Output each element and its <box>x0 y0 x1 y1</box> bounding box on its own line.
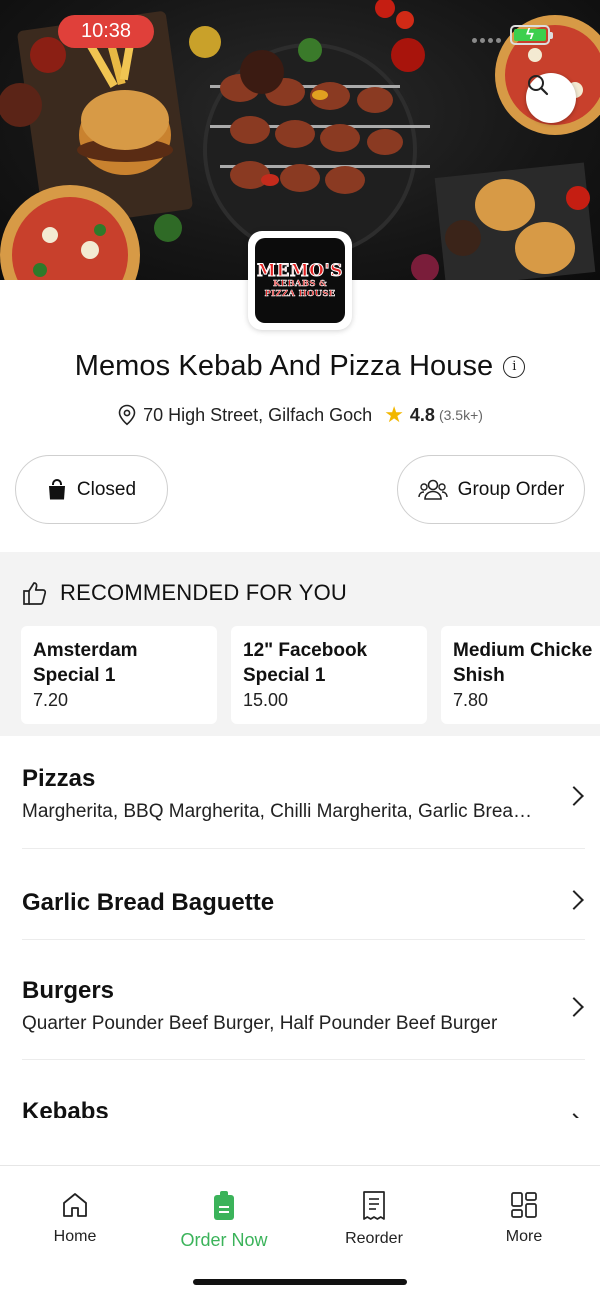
category-row-kebabs[interactable]: Kebabs <box>22 1060 585 1118</box>
recommended-title: RECOMMENDED FOR YOU <box>60 580 347 605</box>
order-bag-icon <box>214 1191 234 1220</box>
category-row-burgers[interactable]: Burgers Quarter Pounder Beef Burger, Hal… <box>22 940 585 1060</box>
tab-order-now-label: Order Now <box>180 1230 268 1250</box>
tab-more-label: More <box>505 1228 543 1245</box>
recommended-item-price: 7.20 <box>33 690 69 710</box>
category-row-garlic-bread[interactable]: Garlic Bread Baguette <box>22 849 585 940</box>
recommended-item-price: 7.80 <box>453 690 489 710</box>
tab-more[interactable]: More <box>464 1190 584 1246</box>
location-pin-icon <box>118 404 136 426</box>
category-name: Pizzas <box>22 765 96 792</box>
status-time: 10:38 <box>58 15 154 48</box>
logo-text: MEMO'S <box>257 260 343 281</box>
rating-count: (3.5k+) <box>438 407 483 423</box>
recommended-item-price: 15.00 <box>243 690 289 710</box>
closed-label: Closed <box>76 478 137 500</box>
store-meta: 70 High Street, Gilfach Goch ★ 4.8 (3.5k… <box>0 402 600 428</box>
tab-home-label: Home <box>53 1228 97 1245</box>
home-icon <box>63 1193 87 1217</box>
recommended-card[interactable]: Amsterdam Special 1 7.20 <box>21 626 217 724</box>
group-order-button[interactable]: Group Order <box>397 455 585 524</box>
receipt-icon <box>363 1191 385 1220</box>
star-icon: ★ <box>384 402 404 427</box>
search-button[interactable] <box>526 73 576 123</box>
recommended-item-name: 12" Facebook Special 1 <box>243 640 368 686</box>
logo-subtext: PIZZA HOUSE <box>264 288 336 299</box>
store-name: Memos Kebab And Pizza House <box>74 350 494 382</box>
category-name: Burgers <box>22 977 115 1004</box>
store-header: Memos Kebab And Pizza House i <box>0 350 600 383</box>
store-rating: 4.8 <box>409 404 435 425</box>
category-name: Kebabs <box>22 1098 109 1118</box>
store-logo: MEMO'S KEBABS & PIZZA HOUSE <box>248 231 352 330</box>
shopping-bag-icon <box>48 478 65 499</box>
recommended-card[interactable]: 12" Facebook Special 1 15.00 <box>231 626 427 724</box>
group-icon <box>417 479 448 500</box>
recommended-header: RECOMMENDED FOR YOU <box>22 580 347 606</box>
search-icon <box>528 75 549 96</box>
recommended-item-name: Amsterdam Special 1 <box>33 640 138 686</box>
battery-icon: ϟ <box>510 25 553 45</box>
signal-icon <box>472 38 501 43</box>
home-indicator <box>193 1279 407 1285</box>
recommended-card[interactable]: Medium Chicke Shish 7.80 <box>441 626 600 724</box>
recommended-section: RECOMMENDED FOR YOU Amsterdam Special 1 … <box>0 552 600 736</box>
info-icon[interactable]: i <box>503 355 526 378</box>
category-description: Quarter Pounder Beef Burger, Half Pounde… <box>22 1013 498 1034</box>
tab-reorder[interactable]: Reorder <box>314 1190 434 1248</box>
tab-home[interactable]: Home <box>15 1190 135 1246</box>
grid-icon <box>511 1192 537 1218</box>
logo-subtext: KEBABS & <box>272 278 327 289</box>
category-row-pizzas[interactable]: Pizzas Margherita, BBQ Margherita, Chill… <box>22 765 585 849</box>
closed-button[interactable]: Closed <box>15 455 168 524</box>
store-address: 70 High Street, Gilfach Goch <box>143 404 373 425</box>
category-name: Garlic Bread Baguette <box>22 889 275 916</box>
group-order-label: Group Order <box>457 478 565 500</box>
tab-reorder-label: Reorder <box>345 1230 403 1247</box>
category-description: Margherita, BBQ Margherita, Chilli Margh… <box>22 801 534 822</box>
thumbs-up-icon <box>23 582 47 605</box>
tab-order-now[interactable]: Order Now <box>164 1190 284 1251</box>
recommended-item-name: Medium Chicke Shish <box>453 640 593 686</box>
